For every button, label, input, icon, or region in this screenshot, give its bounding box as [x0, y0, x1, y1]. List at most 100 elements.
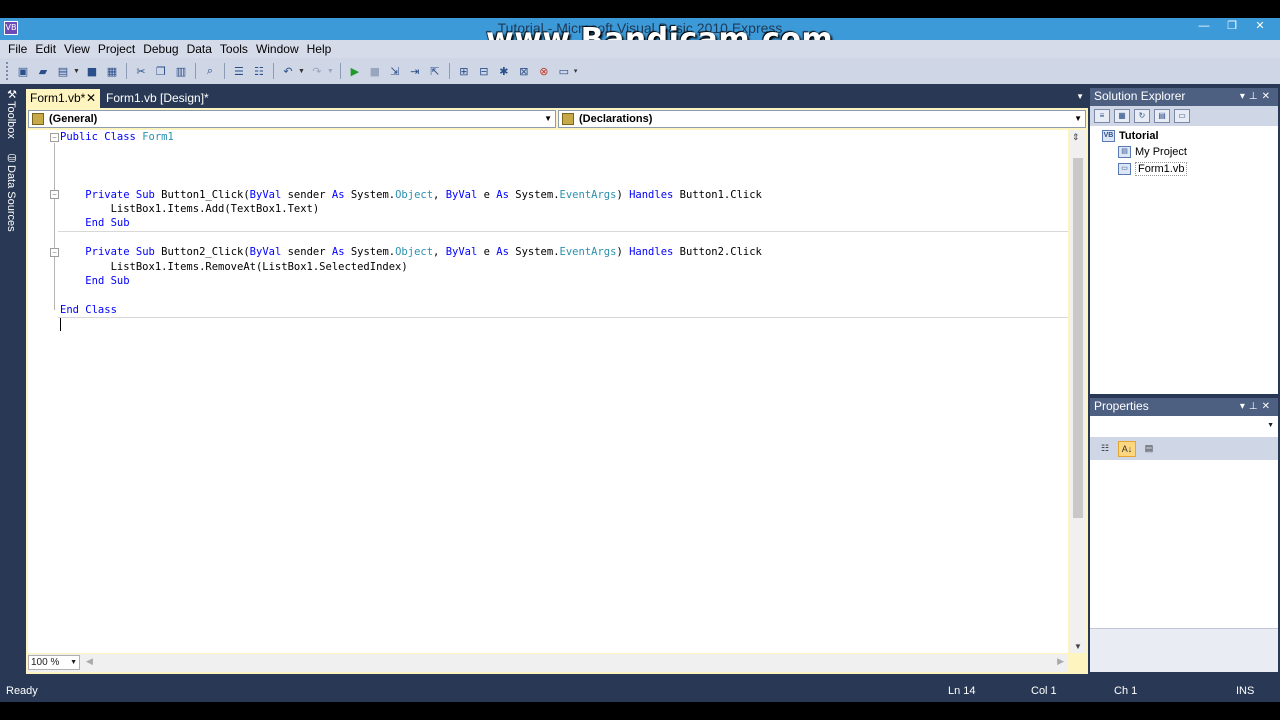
collapse-class-icon[interactable]: − [50, 133, 59, 142]
collapse-sub2-icon[interactable]: − [50, 248, 59, 257]
menu-project[interactable]: Project [94, 42, 139, 56]
dropdown-icon[interactable]: ▾ [1240, 91, 1249, 102]
type-token: Form1 [142, 131, 174, 143]
step-into-icon[interactable]: ⇲ [387, 63, 403, 79]
minimize-button[interactable]: — [1190, 18, 1218, 36]
menu-window[interactable]: Window [252, 42, 303, 56]
document-well: Form1.vb* ✕ Form1.vb [Design]* ▼ (Genera… [26, 88, 1088, 674]
stop-debugging-icon[interactable]: ■ [367, 63, 383, 79]
find-icon[interactable]: ⌕ [202, 63, 218, 79]
menu-file[interactable]: File [4, 42, 31, 56]
redo-icon[interactable]: ↷ [309, 63, 325, 79]
maximize-button[interactable]: ❐ [1218, 18, 1246, 36]
open-file-icon[interactable]: ▰ [35, 63, 51, 79]
menu-edit[interactable]: Edit [31, 42, 60, 56]
toolbox-tab[interactable]: ⚒ Toolbox [3, 88, 21, 139]
scroll-right-icon[interactable]: ▶ [1057, 656, 1064, 667]
code-token: , [433, 188, 446, 201]
code-token: e [483, 246, 497, 259]
code-token: System. [350, 246, 396, 259]
immediate-window-icon[interactable]: ▭ [556, 63, 572, 79]
new-project-icon[interactable]: ▣ [15, 63, 31, 79]
object-selector-dropdown[interactable]: ▼ [1090, 416, 1278, 438]
save-icon[interactable]: ■ [84, 63, 100, 79]
property-pages-icon[interactable]: ▤ [1140, 441, 1158, 457]
toolbar-grip[interactable] [6, 62, 9, 80]
solution-explorer-panel: Solution Explorer ▾⊥✕ ≡ ▦ ↻ ▤ ▭ VB Tutor… [1090, 88, 1278, 396]
vertical-scrollbar[interactable]: ⇕ ▼ [1070, 130, 1086, 653]
copy-icon[interactable]: ❐ [153, 63, 169, 79]
chevron-down-icon[interactable]: ▼ [73, 68, 80, 75]
outline-guide [54, 143, 55, 310]
pin-icon[interactable]: ⊥ [1249, 401, 1262, 412]
solution-explorer-icon[interactable]: ⊞ [456, 63, 472, 79]
undo-icon[interactable]: ↶ [280, 63, 296, 79]
tree-item-project[interactable]: VB Tutorial [1102, 130, 1159, 142]
toolbox-tab-label: Toolbox [5, 101, 17, 139]
class-name-dropdown[interactable]: (General) ▼ [28, 110, 556, 128]
type-token: Object [395, 188, 434, 201]
show-all-files-icon[interactable]: ▦ [1114, 109, 1130, 123]
properties-icon[interactable]: ≡ [1094, 109, 1110, 123]
tab-form1-design[interactable]: Form1.vb [Design]* [102, 89, 222, 108]
collapse-sub1-icon[interactable]: − [50, 190, 59, 199]
uncomment-icon[interactable]: ☷ [251, 63, 267, 79]
keyword-token: End Sub [85, 217, 130, 230]
tab-overflow-icon[interactable]: ▼ [1076, 92, 1084, 101]
letterbox-top [0, 0, 1280, 18]
tab-form1-code[interactable]: Form1.vb* ✕ [26, 89, 100, 108]
close-button[interactable]: ✕ [1246, 18, 1274, 36]
alphabetical-icon[interactable]: A↓ [1118, 441, 1136, 457]
toolbox-icon: ⚒ [7, 88, 17, 101]
refresh-icon[interactable]: ↻ [1134, 109, 1150, 123]
step-over-icon[interactable]: ⇥ [407, 63, 423, 79]
start-debugging-icon[interactable]: ▶ [347, 63, 363, 79]
splitter-icon[interactable]: ⇕ [1072, 132, 1080, 143]
pin-icon[interactable]: ⊥ [1249, 91, 1262, 102]
close-icon[interactable]: ✕ [1262, 401, 1274, 412]
tree-item-form1[interactable]: ▭ Form1.vb [1118, 162, 1188, 176]
menu-view[interactable]: View [60, 42, 94, 56]
menu-data[interactable]: Data [183, 42, 216, 56]
view-code-icon[interactable]: ▤ [1154, 109, 1170, 123]
chevron-down-icon[interactable]: ▼ [327, 68, 334, 75]
toolbox-icon[interactable]: ⊠ [516, 63, 532, 79]
toolbar-overflow-icon[interactable]: ▾ [574, 67, 578, 75]
code-line: Private Sub Button2_Click(ByVal sender A… [60, 245, 762, 259]
property-grid[interactable] [1090, 460, 1278, 628]
error-list-icon[interactable]: ⊗ [536, 63, 552, 79]
close-icon[interactable]: ✕ [86, 89, 96, 107]
method-name-dropdown[interactable]: (Declarations) ▼ [558, 110, 1086, 128]
code-token: ListBox1.Items.Add(TextBox1.Text) [60, 202, 320, 215]
title-bar: VB Tutorial - Microsoft Visual Basic 201… [0, 18, 1280, 57]
scroll-down-icon[interactable]: ▼ [1074, 642, 1082, 651]
menu-debug[interactable]: Debug [139, 42, 182, 56]
object-browser-icon[interactable]: ✱ [496, 63, 512, 79]
view-designer-icon[interactable]: ▭ [1174, 109, 1190, 123]
zoom-dropdown[interactable]: 100 % ▼ [28, 655, 80, 670]
scroll-left-icon[interactable]: ◀ [86, 656, 93, 667]
step-out-icon[interactable]: ⇱ [427, 63, 443, 79]
close-icon[interactable]: ✕ [1262, 91, 1274, 102]
properties-icon[interactable]: ⊟ [476, 63, 492, 79]
tree-item-my-project[interactable]: ▤ My Project [1118, 146, 1187, 158]
menu-help[interactable]: Help [303, 42, 336, 56]
cut-icon[interactable]: ✂ [133, 63, 149, 79]
comment-icon[interactable]: ☰ [231, 63, 247, 79]
data-sources-tab[interactable]: ⛁ Data Sources [3, 152, 21, 232]
save-all-icon[interactable]: ▦ [104, 63, 120, 79]
paste-icon[interactable]: ▥ [173, 63, 189, 79]
add-item-icon[interactable]: ▤ [55, 63, 71, 79]
chevron-down-icon[interactable]: ▼ [298, 68, 305, 75]
scroll-thumb[interactable] [1073, 158, 1083, 518]
menu-tools[interactable]: Tools [216, 42, 252, 56]
code-token: Button1_Click( [161, 188, 250, 201]
categorized-icon[interactable]: ☷ [1096, 441, 1114, 457]
dropdown-icon[interactable]: ▾ [1240, 401, 1249, 412]
solution-tree: VB Tutorial ▤ My Project ▭ Form1.vb [1090, 126, 1278, 394]
keyword-token: End Sub [85, 274, 130, 287]
toolbar-separator [339, 63, 341, 79]
code-text-area[interactable]: − − − Public Class Form1 Private Sub But… [28, 130, 1068, 653]
